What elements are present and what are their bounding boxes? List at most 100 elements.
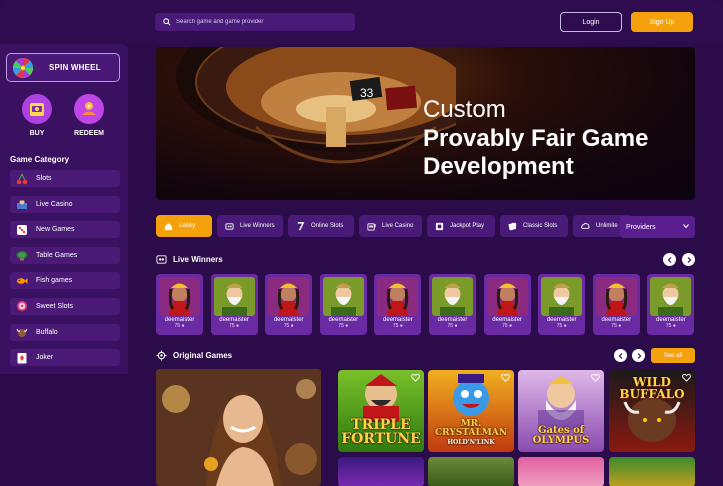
buffalo-icon	[16, 328, 28, 338]
category-new-games[interactable]: New Games	[10, 221, 120, 239]
winner-amount: 75 ●	[338, 323, 349, 329]
game-title: MR. CRYSTALMAN	[435, 419, 507, 438]
app-frame: Login Sign Up SPIN WHEEL BUY	[0, 0, 723, 486]
providers-label: Providers	[626, 223, 656, 231]
winner-amount: 75 ●	[447, 323, 458, 329]
search-input[interactable]	[176, 19, 346, 25]
category-joker[interactable]: Joker	[10, 349, 120, 367]
tab-live-winners[interactable]: Live Winners	[217, 215, 283, 237]
game-tile-row2-4[interactable]	[609, 457, 695, 486]
winner-avatar	[595, 277, 637, 316]
banner-title-line1: Custom	[423, 96, 506, 123]
winner-amount: 75 ●	[556, 323, 567, 329]
game-tile-mr-crystalman[interactable]: MR. CRYSTALMAN HOLD'N'LINK	[428, 370, 514, 452]
games-next-button[interactable]	[632, 349, 645, 362]
heart-icon[interactable]	[411, 373, 420, 382]
login-button[interactable]: Login	[560, 12, 622, 32]
top-header: Login Sign Up	[0, 0, 723, 44]
winner-avatar	[486, 277, 528, 316]
tab-label: Live Winners	[240, 223, 275, 229]
winner-card[interactable]: deemaister 75 ●	[210, 274, 258, 335]
category-sweet-slots[interactable]: Sweet Slots	[10, 297, 120, 315]
winner-card[interactable]: deemaister 75 ●	[265, 274, 313, 335]
category-fish-games[interactable]: Fish games	[10, 272, 120, 290]
game-title: Gates of OLYMPUS	[532, 425, 590, 446]
fish-icon	[17, 277, 28, 284]
buy-label: BUY	[29, 130, 45, 137]
roulette-wheel-image: 33	[176, 47, 456, 164]
chevron-left-icon	[667, 256, 671, 263]
spin-wheel-icon	[13, 57, 33, 78]
original-games-header: Original Games	[156, 350, 232, 361]
winner-card[interactable]: deemaister 75 ●	[483, 274, 531, 335]
winner-amount: 75 ●	[665, 323, 676, 329]
category-label: Sweet Slots	[36, 302, 73, 310]
tab-classic-slots[interactable]: Classic Slots	[500, 215, 568, 237]
winner-card[interactable]: deemaister 75 ●	[538, 274, 586, 335]
game-tile-triple-fortune[interactable]: TRIPLE FORTUNE	[338, 370, 424, 452]
see-all-button[interactable]: See all	[651, 348, 695, 363]
game-tile-row2-2[interactable]	[428, 457, 514, 486]
winners-next-button[interactable]	[682, 253, 695, 266]
cards-icon	[508, 222, 517, 230]
tab-label: Lobby	[179, 223, 196, 229]
heart-icon[interactable]	[591, 373, 600, 382]
game-tile-row2-1[interactable]	[338, 457, 424, 486]
winner-card[interactable]: deemaister 75 ●	[156, 274, 203, 335]
winner-avatar	[541, 277, 583, 316]
heart-icon[interactable]	[501, 373, 510, 382]
chevron-right-icon	[637, 352, 641, 359]
spin-wheel-button[interactable]: SPIN WHEEL	[6, 53, 120, 82]
tab-lobby[interactable]: Lobby	[156, 215, 212, 237]
category-label: Buffalo	[36, 328, 58, 336]
tab-label: Jackpot Play	[450, 223, 485, 229]
games-prev-button[interactable]	[614, 349, 627, 362]
tab-online-slots[interactable]: Online Slots	[288, 215, 354, 237]
winner-amount: 75 ●	[611, 323, 622, 329]
dealer-icon	[17, 199, 27, 210]
winners-prev-button[interactable]	[663, 253, 676, 266]
search-bar[interactable]	[155, 13, 355, 31]
heart-icon[interactable]	[682, 373, 691, 382]
category-buffalo[interactable]: Buffalo	[10, 323, 120, 341]
tab-jackpot-play[interactable]: Jackpot Play	[427, 215, 495, 237]
winner-avatar	[268, 277, 310, 316]
winner-avatar	[322, 277, 364, 316]
tab-label: Classic Slots	[523, 223, 558, 229]
winner-card[interactable]: deemaister 75 ●	[592, 274, 640, 335]
providers-dropdown[interactable]: Providers	[620, 216, 695, 238]
category-label: Slots	[36, 175, 52, 182]
category-label: Fish games	[36, 277, 73, 285]
game-category-title: Game Category	[10, 155, 70, 164]
category-list: Slots Live Casino New Games Table Games …	[10, 170, 120, 375]
winner-amount: 75 ●	[174, 323, 185, 329]
tab-label: Live Casino	[382, 223, 414, 229]
buy-button[interactable]: BUY	[20, 94, 54, 137]
game-tile-gates-of-olympus[interactable]: Gates of OLYMPUS	[518, 370, 604, 452]
search-icon	[163, 18, 171, 26]
redeem-button[interactable]: REDEEM	[72, 94, 106, 137]
category-tabs: Lobby Live Winners Online Slots Live Cas…	[156, 215, 695, 239]
live-winners-list: deemaister 75 ● deemaister 75 ● deemaister 75…	[156, 274, 695, 335]
gear-icon	[156, 350, 167, 361]
game-tile-row2-3[interactable]	[518, 457, 604, 486]
winner-card[interactable]: deemaister 75 ●	[429, 274, 476, 335]
home-icon	[164, 222, 173, 230]
tab-label: Unlimite	[596, 223, 618, 229]
category-slots[interactable]: Slots	[10, 170, 120, 187]
winner-card[interactable]: deemaister 75 ●	[319, 274, 367, 335]
live-winners-header: Live Winners	[156, 254, 223, 265]
hero-banner[interactable]: 33 Custom Provably Fair Game Development	[156, 47, 695, 200]
featured-game-tile[interactable]	[156, 369, 321, 486]
signup-button[interactable]: Sign Up	[631, 12, 693, 32]
dice-icon	[17, 224, 27, 235]
winner-card[interactable]: deemaister 75 ●	[647, 274, 695, 335]
jackpot-icon	[435, 222, 444, 230]
chevron-left-icon	[618, 352, 622, 359]
game-tile-wild-buffalo[interactable]: WILD BUFFALO	[609, 370, 695, 452]
winner-card[interactable]: deemaister 75 ●	[374, 274, 422, 335]
category-table-games[interactable]: Table Games	[10, 246, 120, 264]
buy-icon	[22, 94, 52, 124]
tab-live-casino[interactable]: Live Casino	[359, 215, 422, 237]
category-live-casino[interactable]: Live Casino	[10, 195, 120, 213]
